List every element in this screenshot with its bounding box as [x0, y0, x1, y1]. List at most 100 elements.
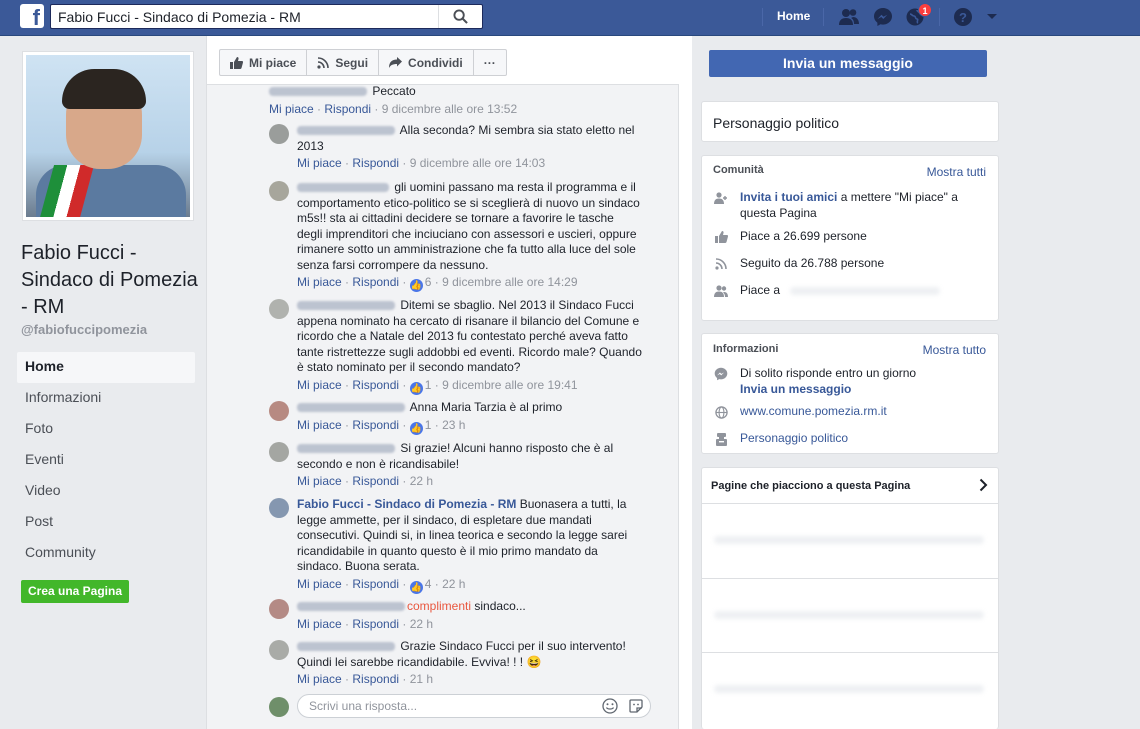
comment-reply-link[interactable]: Rispondi	[324, 102, 371, 116]
comment-reply-link[interactable]: Rispondi	[352, 577, 399, 591]
comment-author[interactable]: Fabio Fucci - Sindaco di Pomezia - RM	[297, 497, 516, 511]
send-message-button[interactable]: Invia un messaggio	[709, 50, 987, 77]
facebook-logo-icon[interactable]: f	[20, 4, 44, 28]
search-input[interactable]	[51, 5, 441, 28]
commenter-avatar[interactable]	[269, 299, 289, 319]
help-icon[interactable]: ?	[952, 6, 974, 28]
reaction-count[interactable]: 4	[425, 577, 432, 591]
liked-page-slot	[702, 503, 998, 578]
comment-reply-link[interactable]: Rispondi	[352, 474, 399, 488]
comment-text: gli uomini passano ma resta il programma…	[297, 180, 640, 272]
nav-divider	[823, 8, 824, 26]
comment-timestamp[interactable]: 22 h	[410, 474, 433, 488]
account-menu-caret-icon[interactable]	[983, 6, 1001, 28]
category-link[interactable]: Personaggio politico	[740, 431, 988, 447]
comment-like-link[interactable]: Mi piace	[269, 102, 314, 116]
comment-timestamp[interactable]: 22 h	[442, 577, 465, 591]
emoji-icon[interactable]	[602, 698, 618, 714]
commenter-avatar[interactable]	[269, 442, 289, 462]
comment-item: gli uomini passano ma resta il programma…	[297, 180, 642, 292]
comment-reply-link[interactable]: Rispondi	[352, 378, 399, 392]
comment-like-link[interactable]: Mi piace	[297, 577, 342, 591]
follow-button[interactable]: Segui	[307, 50, 380, 75]
reaction-count[interactable]: 1	[425, 418, 432, 432]
comment-like-link[interactable]: Mi piace	[297, 672, 342, 686]
comment-reply-link[interactable]: Rispondi	[352, 275, 399, 289]
comment-timestamp[interactable]: 9 dicembre alle ore 14:29	[442, 275, 577, 289]
globe-icon	[714, 405, 728, 419]
comment-like-link[interactable]: Mi piace	[297, 418, 342, 432]
info-send-message-link[interactable]: Invia un messaggio	[740, 382, 988, 398]
like-reaction-icon: 👍	[409, 421, 423, 435]
info-show-all-link[interactable]: Mostra tutto	[923, 343, 986, 357]
liked-pages-heading: Pagine che piacciono a questa Pagina	[711, 480, 911, 492]
reaction-count[interactable]: 1	[425, 378, 432, 392]
commenter-avatar[interactable]	[269, 640, 289, 660]
comment-text: Peccato	[372, 84, 416, 98]
comment-like-link[interactable]: Mi piace	[297, 275, 342, 289]
comment-timestamp[interactable]: 23 h	[442, 418, 465, 432]
blurred-author-name	[297, 602, 405, 612]
nav-item-home[interactable]: Home	[17, 352, 195, 383]
nav-item-foto[interactable]: Foto	[17, 414, 195, 445]
comment-reply-link[interactable]: Rispondi	[352, 156, 399, 170]
create-page-button[interactable]: Crea una Pagina	[21, 580, 129, 603]
home-link[interactable]: Home	[777, 9, 810, 23]
invite-friends-link[interactable]: Invita i tuoi amici	[740, 190, 837, 204]
rss-follow-icon	[714, 257, 728, 271]
liked-page-slot	[702, 652, 998, 727]
comment-reply-link[interactable]: Rispondi	[352, 418, 399, 432]
thumbs-up-icon	[230, 56, 243, 69]
comment-meta: Mi piace · Rispondi · 9 dicembre alle or…	[297, 156, 546, 170]
page-owner-avatar[interactable]	[269, 498, 289, 518]
reply-input[interactable]	[298, 695, 578, 717]
website-link[interactable]: www.comune.pomezia.rm.it	[740, 404, 988, 420]
comment-reply-link[interactable]: Rispondi	[352, 617, 399, 631]
comment-like-link[interactable]: Mi piace	[297, 474, 342, 488]
comment-timestamp[interactable]: 9 dicembre alle ore 19:41	[442, 378, 577, 392]
blurred-page-entry	[714, 611, 984, 619]
like-page-button[interactable]: Mi piace	[220, 50, 308, 75]
comment-text: sindaco...	[474, 599, 526, 613]
commenter-avatar[interactable]	[269, 401, 289, 421]
page-category[interactable]: Personaggio politico	[713, 115, 839, 131]
sticker-icon[interactable]	[628, 698, 644, 714]
commenter-avatar[interactable]	[269, 124, 289, 144]
reaction-count[interactable]: 6	[425, 275, 432, 289]
chevron-right-icon[interactable]	[979, 478, 988, 495]
comment-meta: Mi piace · Rispondi · 👍 6 · 9 dicembre al…	[297, 275, 578, 292]
follow-label: Segui	[335, 55, 369, 70]
comment-item: Si grazie! Alcuni hanno risposto che è a…	[297, 441, 642, 489]
share-label: Condividi	[408, 55, 463, 70]
comment-timestamp[interactable]: 21 h	[410, 672, 433, 686]
blurred-page-entry	[714, 536, 984, 544]
commenter-avatar[interactable]	[269, 599, 289, 619]
messenger-icon[interactable]	[872, 6, 894, 28]
comment-timestamp[interactable]: 9 dicembre alle ore 14:03	[410, 156, 545, 170]
commenter-avatar[interactable]	[269, 181, 289, 201]
center-column: Mi piace Segui Condividi ··· Peccato Mi …	[206, 36, 692, 729]
thumbs-up-icon	[714, 230, 728, 244]
nav-item-post[interactable]: Post	[17, 507, 195, 538]
search-button[interactable]	[438, 5, 482, 28]
community-show-all-link[interactable]: Mostra tutti	[927, 165, 986, 179]
comment-meta: Mi piace · Rispondi · 21 h	[297, 672, 434, 686]
total-likes-text: Piace a 26.699 persone	[740, 229, 867, 243]
comment-like-link[interactable]: Mi piace	[297, 378, 342, 392]
comment-like-link[interactable]: Mi piace	[297, 156, 342, 170]
comment-like-link[interactable]: Mi piace	[297, 617, 342, 631]
comment-reply-link[interactable]: Rispondi	[352, 672, 399, 686]
more-options-button[interactable]: ···	[474, 50, 506, 75]
nav-item-community[interactable]: Community	[17, 538, 195, 569]
blurred-author-name	[269, 87, 367, 97]
nav-item-video[interactable]: Video	[17, 476, 195, 507]
nav-item-informazioni[interactable]: Informazioni	[17, 383, 195, 414]
share-button[interactable]: Condividi	[379, 50, 474, 75]
category-card: Personaggio politico	[701, 101, 999, 142]
nav-item-eventi[interactable]: Eventi	[17, 445, 195, 476]
rss-follow-icon	[317, 56, 330, 69]
comment-timestamp[interactable]: 22 h	[410, 617, 433, 631]
profile-picture[interactable]	[22, 51, 194, 221]
comment-timestamp[interactable]: 9 dicembre alle ore 13:52	[382, 102, 517, 116]
friend-requests-icon[interactable]	[838, 6, 860, 28]
